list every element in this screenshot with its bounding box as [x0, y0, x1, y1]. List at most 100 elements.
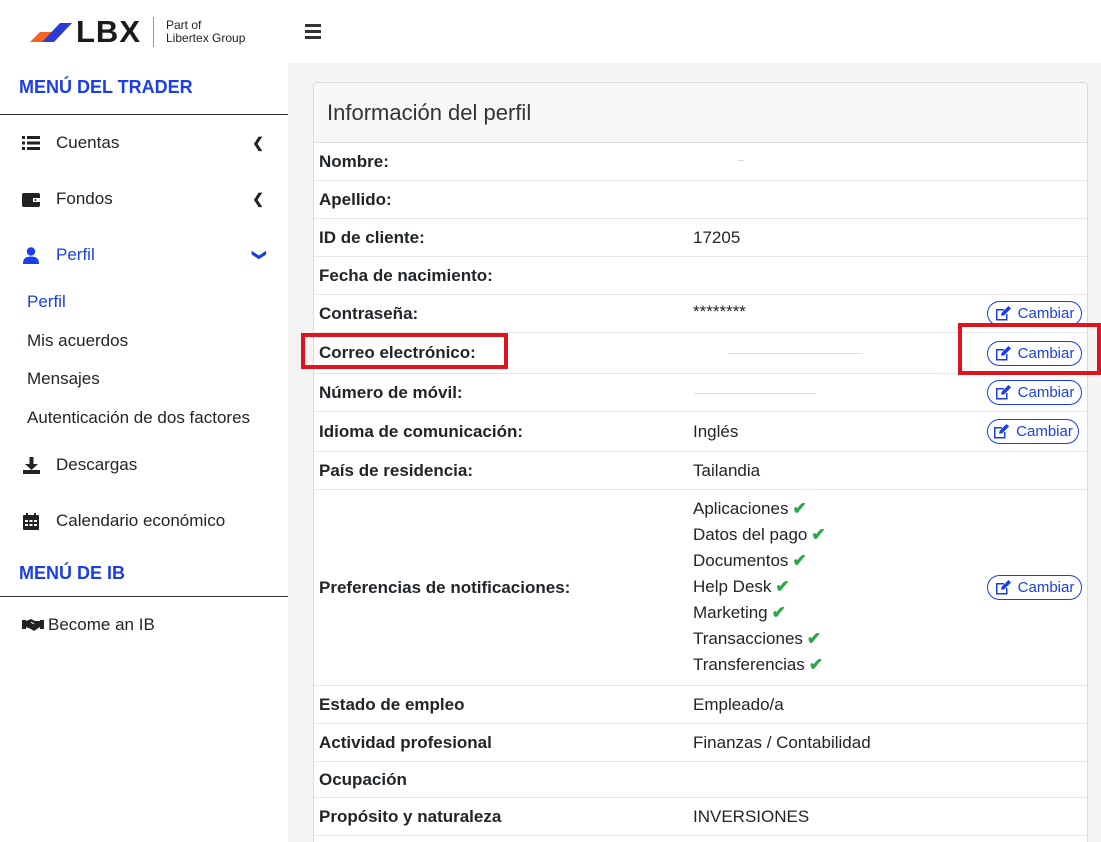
button-label: Cambiar — [1017, 579, 1075, 596]
top-bar — [288, 0, 1101, 63]
chevron-left-icon: ❮ — [252, 134, 264, 151]
row-fecha-nacimiento: Fecha de nacimiento: — [314, 257, 1087, 295]
list-item: Help Desk ✔ — [693, 577, 790, 596]
logo-separator — [153, 16, 154, 47]
list-item: Transferencias ✔ — [693, 655, 824, 674]
row-estado-empleo: Estado de empleo Empleado/a — [314, 686, 1087, 724]
sidebar-subitem-acuerdos[interactable]: Mis acuerdos — [0, 322, 288, 361]
row-actividad: Actividad profesional Finanzas / Contabi… — [314, 724, 1087, 762]
sidebar-item-label: Perfil — [56, 245, 95, 264]
row-value: Tailandia — [693, 460, 761, 480]
row-proposito: Propósito y naturaleza INVERSIONES — [314, 798, 1087, 836]
notification-list: Aplicaciones ✔ Datos del pago ✔ Documentos… — [693, 496, 826, 678]
row-nombre: Nombre: — [314, 143, 1087, 181]
row-value: ******** — [693, 302, 746, 321]
sidebar-item-perfil[interactable]: Perfil ❮ — [0, 227, 288, 283]
row-notificaciones: Preferencias de notificaciones: Aplicaci… — [314, 490, 1087, 686]
row-value: Finanzas / Contabilidad — [693, 732, 871, 752]
hamburger-menu-icon[interactable] — [305, 24, 321, 39]
sidebar-item-label: Cuentas — [56, 133, 120, 152]
row-movil: Número de móvil: Cambiar — [314, 374, 1087, 412]
user-icon — [20, 246, 42, 264]
list-icon — [20, 136, 42, 150]
redacted-value — [728, 353, 863, 354]
logo-brand: LBX — [76, 13, 141, 49]
sidebar: LBX Part of Libertex Group MENÚ DEL TRAD… — [0, 0, 288, 842]
check-icon: ✔ — [808, 655, 824, 674]
sidebar-item-label: Descargas — [56, 455, 138, 474]
sidebar-subitem-mensajes[interactable]: Mensajes — [0, 360, 288, 399]
row-label: Contraseña: — [319, 303, 419, 323]
calendar-icon — [20, 512, 42, 530]
button-label: Cambiar — [1017, 384, 1075, 401]
row-label: Fecha de nacimiento: — [319, 265, 493, 285]
row-label: Actividad profesional — [319, 732, 492, 752]
row-label: País de residencia: — [319, 460, 474, 480]
list-item: Datos del pago ✔ — [693, 525, 826, 544]
sidebar-item-cuentas[interactable]: Cuentas ❮ — [0, 115, 288, 171]
check-icon: ✔ — [792, 499, 807, 518]
logo[interactable]: LBX Part of Libertex Group — [0, 0, 288, 63]
check-icon: ✔ — [775, 577, 790, 596]
row-label: Idioma de comunicación: — [319, 421, 524, 441]
trader-menu-title: MENÚ DEL TRADER — [0, 63, 288, 115]
button-label: Cambiar — [1017, 305, 1075, 322]
change-mobile-button[interactable]: Cambiar — [987, 380, 1082, 405]
redacted-value — [694, 393, 816, 394]
sidebar-item-label: Become an IB — [48, 615, 155, 634]
check-icon: ✔ — [771, 603, 786, 622]
row-id-cliente: ID de cliente: 17205 — [314, 219, 1087, 257]
list-item: Documentos ✔ — [693, 551, 807, 570]
sidebar-item-label: Calendario económico — [56, 511, 226, 530]
check-icon: ✔ — [806, 629, 822, 648]
row-label: Ocupación — [319, 769, 407, 789]
edit-icon — [995, 580, 1011, 595]
row-label: Propósito y naturaleza — [319, 806, 502, 826]
row-label: Preferencias de notificaciones: — [319, 577, 571, 597]
download-icon — [20, 456, 42, 474]
row-apellido: Apellido: — [314, 181, 1087, 219]
sidebar-item-label: Fondos — [56, 189, 113, 208]
edit-icon — [995, 385, 1011, 400]
row-value: Inglés — [693, 421, 739, 441]
profile-info-card: Información del perfil Nombre: Apellido:… — [313, 82, 1088, 842]
check-icon: ✔ — [811, 525, 826, 544]
highlight-box-email-button — [958, 323, 1101, 375]
chevron-down-icon: ❮ — [249, 249, 266, 261]
row-label: Apellido: — [319, 189, 392, 209]
row-idioma: Idioma de comunicación: Inglés Cambiar — [314, 412, 1087, 452]
sidebar-item-fondos[interactable]: Fondos ❮ — [0, 171, 288, 227]
row-value: Empleado/a — [693, 694, 784, 714]
sidebar-item-descargas[interactable]: Descargas — [0, 437, 288, 493]
logo-tagline: Part of Libertex Group — [166, 17, 246, 45]
logo-tagline-2: Libertex Group — [166, 30, 246, 45]
sidebar-subitem-2fa[interactable]: Autenticación de dos factores — [0, 399, 288, 438]
row-pais: País de residencia: Tailandia — [314, 452, 1087, 490]
sidebar-subitem-perfil[interactable]: Perfil — [0, 283, 288, 322]
button-label: Cambiar — [1016, 423, 1073, 440]
wallet-icon — [20, 192, 42, 207]
sidebar-item-calendario[interactable]: Calendario económico — [0, 493, 288, 549]
sidebar-item-become-ib[interactable]: Become an IB — [0, 597, 288, 653]
logo-tagline-1: Part of — [166, 17, 202, 32]
card-title: Información del perfil — [314, 83, 1087, 143]
change-language-button[interactable]: Cambiar — [987, 419, 1079, 444]
row-label: Número de móvil: — [319, 382, 463, 402]
edit-icon — [994, 424, 1010, 439]
list-item: Transacciones ✔ — [693, 629, 822, 648]
redacted-value — [738, 160, 744, 161]
row-label: ID de cliente: — [319, 227, 425, 247]
row-label: Estado de empleo — [319, 694, 465, 714]
highlight-box-email-label — [301, 333, 508, 369]
edit-icon — [995, 306, 1011, 321]
change-notifications-button[interactable]: Cambiar — [987, 575, 1082, 600]
lbx-logo-mark: LBX — [28, 14, 141, 50]
list-item: Marketing ✔ — [693, 603, 786, 622]
check-icon: ✔ — [792, 551, 807, 570]
row-value: INVERSIONES — [693, 806, 810, 826]
ib-menu-title: MENÚ DE IB — [0, 553, 288, 597]
row-value: 17205 — [693, 227, 741, 247]
row-label: Nombre: — [319, 151, 389, 171]
handshake-icon — [22, 618, 44, 632]
chevron-left-icon: ❮ — [252, 190, 264, 207]
